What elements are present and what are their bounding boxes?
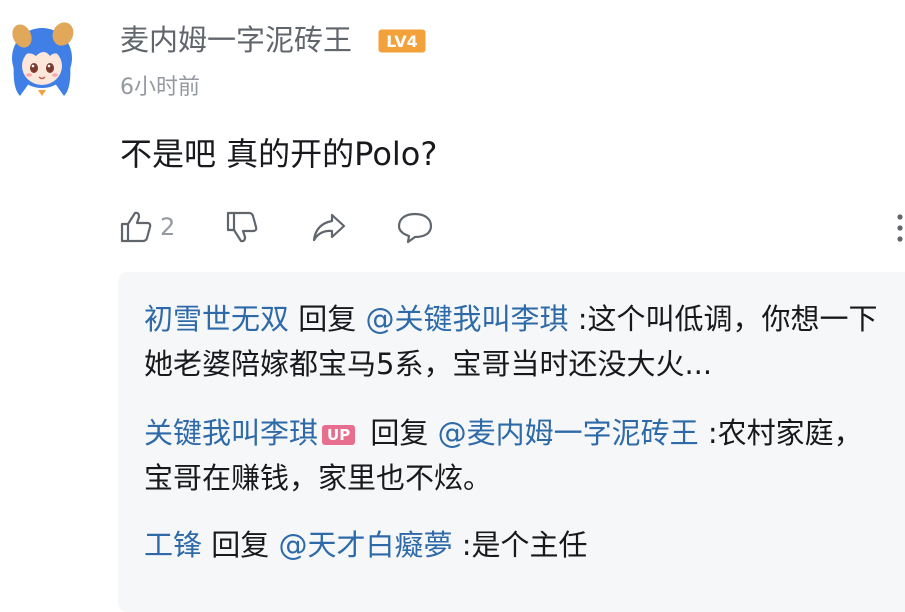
comment-timestamp: 6小时前 — [120, 75, 200, 100]
comment-text: 不是吧 真的开的Polo? — [120, 135, 438, 173]
share-button[interactable] — [310, 206, 348, 248]
like-count: 2 — [160, 213, 176, 241]
dislike-button[interactable] — [224, 206, 260, 248]
avatar[interactable] — [6, 22, 78, 100]
reply-mention[interactable]: @天才白癡夢 — [278, 528, 452, 562]
reply-mention[interactable]: @关键我叫李琪 — [365, 302, 568, 336]
comment-actions: 2 — [118, 206, 905, 248]
reply-verb: 回复 — [298, 302, 357, 336]
level-badge: LV4 — [378, 29, 426, 53]
reply-text: :是个主任 — [461, 528, 588, 562]
reply-username[interactable]: 工锋 — [144, 528, 202, 562]
like-button[interactable]: 2 — [118, 206, 175, 248]
share-icon — [310, 209, 348, 245]
more-button[interactable] — [895, 212, 905, 244]
more-icon — [895, 214, 905, 248]
level-badge-text: LV4 — [386, 32, 418, 51]
reply-verb: 回复 — [370, 416, 429, 450]
reply-button[interactable] — [396, 206, 434, 248]
reply-verb: 回复 — [211, 528, 270, 562]
dislike-icon — [224, 209, 260, 245]
up-badge: UP — [322, 425, 356, 445]
reply-username[interactable]: 初雪世无双 — [144, 302, 289, 336]
reply-item: 工锋 回复 @天才白癡夢 :是个主任 — [144, 523, 884, 568]
comment-icon — [396, 209, 434, 245]
comment-username[interactable]: 麦内姆一字泥砖王 — [120, 20, 352, 60]
like-icon — [118, 209, 154, 245]
replies-panel: 初雪世无双 回复 @关键我叫李琪 :这个叫低调，你想一下她老婆陪嫁都宝马5系，宝… — [118, 272, 905, 612]
reply-username[interactable]: 关键我叫李琪 — [144, 416, 318, 450]
reply-item: 初雪世无双 回复 @关键我叫李琪 :这个叫低调，你想一下她老婆陪嫁都宝马5系，宝… — [144, 297, 884, 387]
reply-item: 关键我叫李琪 UP 回复 @麦内姆一字泥砖王 :农村家庭，宝哥在赚钱，家里也不炫。 — [144, 411, 884, 501]
reply-mention[interactable]: @麦内姆一字泥砖王 — [438, 416, 699, 450]
